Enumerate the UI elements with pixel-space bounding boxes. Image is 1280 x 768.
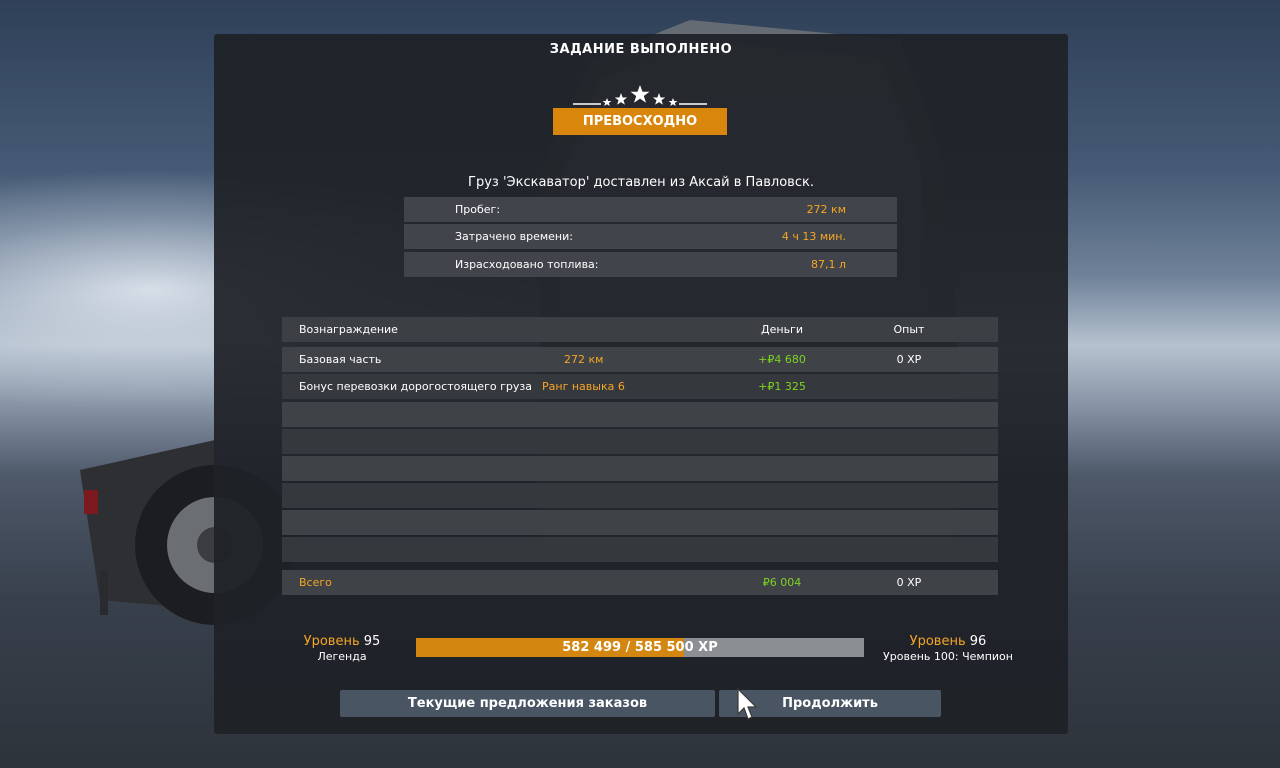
xp-progress-bar: 582 499 / 585 500 XP bbox=[416, 638, 864, 657]
xp-progress-text: 582 499 / 585 500 XP bbox=[562, 640, 718, 655]
stat-row-fuel: Израсходовано топлива: 87,1 л bbox=[404, 252, 897, 277]
total-money: ₽6 004 bbox=[762, 576, 802, 589]
rating-stars-icon bbox=[573, 85, 707, 106]
reward-row-empty bbox=[282, 456, 998, 481]
reward-xp: 0 XP bbox=[896, 353, 922, 366]
mouse-cursor-icon bbox=[737, 688, 758, 720]
stat-value: 272 км bbox=[806, 203, 846, 216]
job-offers-button[interactable]: Текущие предложения заказов bbox=[340, 690, 715, 717]
rewards-total-row: Всего ₽6 004 0 XP bbox=[282, 570, 998, 595]
reward-detail: Ранг навыка 6 bbox=[542, 380, 625, 393]
rating-badge: ПРЕВОСХОДНО bbox=[553, 108, 727, 135]
next-level-number: 96 bbox=[969, 634, 987, 649]
stat-value: 87,1 л bbox=[810, 258, 846, 271]
reward-row-empty bbox=[282, 429, 998, 454]
reward-row-empty bbox=[282, 483, 998, 508]
current-level-number: 95 bbox=[363, 634, 381, 649]
delivery-summary: Груз 'Экскаватор' доставлен из Аксай в П… bbox=[468, 175, 814, 190]
reward-money: +₽4 680 bbox=[758, 353, 806, 366]
reward-row-empty bbox=[282, 402, 998, 427]
reward-row-empty bbox=[282, 537, 998, 562]
next-level-word: Уровень bbox=[909, 634, 966, 649]
job-completed-dialog: ЗАДАНИЕ ВЫПОЛНЕНО ПРЕВОСХОДНО Груз 'Экск… bbox=[214, 34, 1068, 734]
header-xp: Опыт bbox=[893, 323, 925, 336]
rewards-header: Вознаграждение Деньги Опыт bbox=[282, 317, 998, 342]
stat-label: Пробег: bbox=[455, 203, 501, 216]
reward-name: Бонус перевозки дорогостоящего груза bbox=[299, 380, 532, 393]
header-reward: Вознаграждение bbox=[299, 323, 398, 336]
header-money: Деньги bbox=[761, 323, 803, 336]
reward-name: Базовая часть bbox=[299, 353, 382, 366]
current-level-word: Уровень bbox=[303, 634, 360, 649]
dialog-title: ЗАДАНИЕ ВЫПОЛНЕНО bbox=[549, 42, 733, 57]
reward-detail: 272 км bbox=[564, 353, 604, 366]
stat-label: Израсходовано топлива: bbox=[455, 258, 599, 271]
total-label: Всего bbox=[299, 576, 332, 589]
stat-row-time: Затрачено времени: 4 ч 13 мин. bbox=[404, 224, 897, 249]
reward-row-empty bbox=[282, 510, 998, 535]
next-level: Уровень 96 Уровень 100: Чемпион bbox=[878, 634, 1018, 663]
next-level-title: Уровень 100: Чемпион bbox=[883, 650, 1013, 663]
reward-row-bonus: Бонус перевозки дорогостоящего груза Ран… bbox=[282, 374, 998, 399]
current-level: Уровень 95 Легенда bbox=[282, 634, 402, 663]
reward-money: +₽1 325 bbox=[758, 380, 806, 393]
current-level-title: Легенда bbox=[317, 650, 367, 663]
reward-row-base: Базовая часть 272 км +₽4 680 0 XP bbox=[282, 347, 998, 372]
stat-label: Затрачено времени: bbox=[455, 230, 573, 243]
stat-row-distance: Пробег: 272 км bbox=[404, 197, 897, 222]
total-xp: 0 XP bbox=[896, 576, 922, 589]
stat-value: 4 ч 13 мин. bbox=[781, 230, 846, 243]
